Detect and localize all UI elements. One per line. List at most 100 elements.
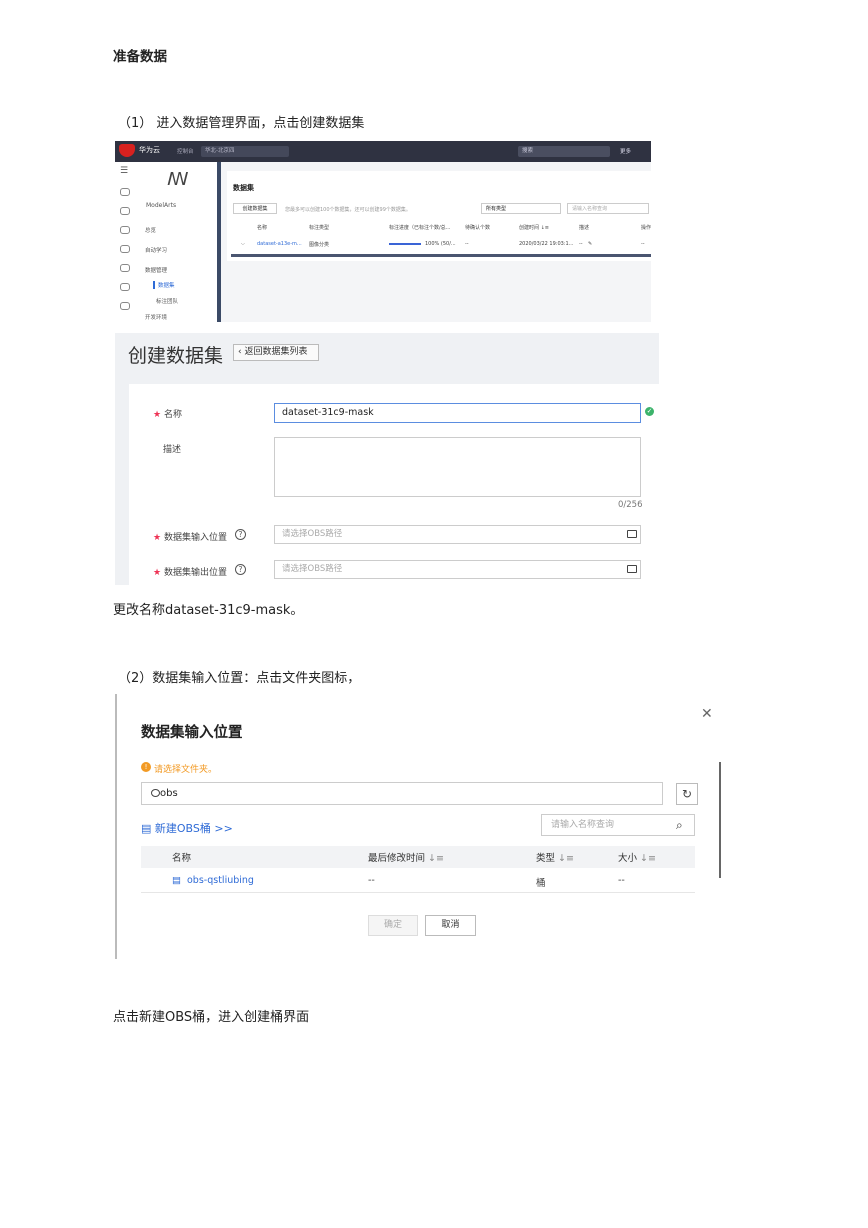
column-header: 标注类型 xyxy=(309,225,330,231)
column-name-header: 名称 xyxy=(172,853,192,864)
folder-icon[interactable] xyxy=(627,530,637,538)
console-topbar: 华为云 控制台 华北-北京四 搜索 更多 xyxy=(115,141,651,162)
description-counter: 0/256 xyxy=(618,500,643,510)
back-to-list-button[interactable]: ‹ 返回数据集列表 xyxy=(233,344,319,361)
description-label: 描述 xyxy=(163,445,182,455)
folder-icon[interactable] xyxy=(627,565,637,573)
product-name: ModelArts xyxy=(146,202,177,209)
output-location-label: ★ 数据集输出位置 xyxy=(153,568,227,578)
check-icon: ✓ xyxy=(645,407,654,416)
modelarts-console-screenshot: 华为云 控制台 华北-北京四 搜索 更多 ☰ ꟿ ModelArts 总览 自动… xyxy=(115,141,651,322)
region-selector[interactable]: 华北-北京四 xyxy=(201,146,289,157)
edit-icon[interactable]: ✎ xyxy=(588,241,592,247)
obs-path-input[interactable]: obs xyxy=(141,782,663,805)
service-icon[interactable] xyxy=(120,283,130,291)
bucket-size-cell: -- xyxy=(618,875,625,886)
bucket-name-link[interactable]: obs-qstliubing xyxy=(187,875,254,886)
huawei-logo-icon xyxy=(119,144,135,157)
quota-tip: 您最多可以创建100个数据集，还可以创建99个数据集。 xyxy=(285,207,411,213)
service-icon[interactable] xyxy=(120,226,130,234)
created-time-cell: 2020/03/22 19:03:1... xyxy=(519,241,574,247)
service-icon[interactable] xyxy=(120,264,130,272)
name-search-input[interactable]: 请输入名称查询 xyxy=(567,203,649,214)
dialog-scrollbar[interactable] xyxy=(719,762,721,878)
progress-text: 100% (50/... xyxy=(425,241,456,247)
form-title: 创建数据集 xyxy=(128,345,224,367)
menu-item-auto-learning[interactable]: 自动学习 xyxy=(145,246,167,254)
console-search[interactable]: 搜索 xyxy=(518,146,610,157)
confirm-button[interactable]: 确定 xyxy=(368,915,418,936)
service-icon[interactable] xyxy=(120,245,130,253)
cloud-icon[interactable] xyxy=(120,188,130,196)
search-icon[interactable]: ⌕ xyxy=(676,818,683,833)
column-modified-header[interactable]: 最后修改时间 ↓≡ xyxy=(368,850,444,864)
add-bucket-icon: ▤ xyxy=(141,822,155,835)
column-header: 操作 xyxy=(641,225,651,231)
page-title: 数据集 xyxy=(233,184,254,192)
back-button-label: 返回数据集列表 xyxy=(244,347,308,357)
step-2-text: （2）数据集输入位置：点击文件夹图标， xyxy=(118,671,361,686)
table-row-divider xyxy=(141,892,695,893)
warning-text: 请选择文件夹。 xyxy=(154,765,218,775)
progress-bar xyxy=(389,243,421,245)
bucket-icon xyxy=(151,789,160,797)
column-header: 待确认个数 xyxy=(465,225,491,231)
form-gutter xyxy=(115,384,129,585)
hamburger-icon[interactable]: ☰ xyxy=(120,166,128,176)
create-dataset-form: 创建数据集 ‹ 返回数据集列表 ★ 名称 dataset-31c9-mask ✓… xyxy=(115,333,659,585)
description-textarea[interactable] xyxy=(274,437,641,497)
service-icon[interactable] xyxy=(120,207,130,215)
label-type-cell: 图像分类 xyxy=(309,242,330,248)
final-note: 点击新建OBS桶，进入创建桶界面 xyxy=(113,1010,310,1025)
name-label: ★ 名称 xyxy=(153,410,182,420)
cancel-button[interactable]: 取消 xyxy=(425,915,476,936)
obs-search-input[interactable]: 请输入名称查询 xyxy=(541,814,695,836)
refresh-icon: ↻ xyxy=(681,787,693,801)
rename-note: 更改名称dataset-31c9-mask。 xyxy=(113,603,304,618)
new-obs-bucket-link[interactable]: ▤ 新建OBS桶 >> xyxy=(141,820,233,836)
help-icon[interactable]: ? xyxy=(235,564,246,575)
section-heading: 准备数据 xyxy=(113,49,167,65)
modelarts-logo-icon: ꟿ xyxy=(167,169,189,190)
column-header: 标注进度（已标注个数/总... xyxy=(389,225,451,231)
service-sidebar: ☰ xyxy=(115,162,138,322)
menu-item-labeling-team[interactable]: 标注团队 xyxy=(156,297,178,305)
column-header[interactable]: 创建时间 ↓≡ xyxy=(519,224,549,231)
service-icon[interactable] xyxy=(120,302,130,310)
operation-cell: -- xyxy=(641,241,645,247)
column-type-header[interactable]: 类型 ↓≡ xyxy=(536,850,574,864)
input-location-label: ★ 数据集输入位置 xyxy=(153,533,227,543)
bucket-row-icon: ▤ xyxy=(172,875,181,886)
dataset-name-field[interactable]: dataset-31c9-mask xyxy=(274,403,641,423)
close-icon[interactable]: ✕ xyxy=(701,706,713,722)
refresh-button[interactable]: ↻ xyxy=(676,783,698,805)
form-header: 创建数据集 ‹ 返回数据集列表 xyxy=(115,333,659,384)
menu-item-dev-env[interactable]: 开发环境 xyxy=(145,313,167,321)
menu-item-data-management[interactable]: 数据管理 xyxy=(145,266,167,274)
bucket-modified-cell: -- xyxy=(368,875,375,886)
input-location-field[interactable]: 请选择OBS路径 xyxy=(274,525,641,544)
modelarts-menu: ꟿ ModelArts 总览 自动学习 数据管理 数据集 标注团队 开发环境 xyxy=(137,162,221,322)
dialog-title: 数据集输入位置 xyxy=(141,725,243,741)
warning-icon: ! xyxy=(141,762,151,772)
bucket-type-cell: 桶 xyxy=(536,878,546,889)
type-filter-select[interactable]: 所有类型 xyxy=(481,203,561,214)
chevron-down-icon[interactable]: ⌵ xyxy=(241,241,245,247)
step-1-text: （1） 进入数据管理界面，点击创建数据集 xyxy=(118,116,365,131)
menu-item-datasets[interactable]: 数据集 xyxy=(153,281,175,289)
brand-name: 华为云 xyxy=(139,146,160,154)
output-location-field[interactable]: 请选择OBS路径 xyxy=(274,560,641,579)
help-icon[interactable]: ? xyxy=(235,529,246,540)
dialog-left-border xyxy=(115,694,117,959)
pending-cell: -- xyxy=(465,241,469,247)
description-cell: -- xyxy=(579,241,583,247)
menu-item-overview[interactable]: 总览 xyxy=(145,226,156,234)
console-link[interactable]: 控制台 xyxy=(177,147,194,155)
table-scrollbar[interactable] xyxy=(231,254,651,257)
column-size-header[interactable]: 大小 ↓≡ xyxy=(618,850,656,864)
dataset-name-link[interactable]: dataset-a13e-m... xyxy=(257,241,302,247)
obs-path-value: obs xyxy=(160,788,178,799)
dataset-list-card: 数据集 创建数据集 您最多可以创建100个数据集，还可以创建99个数据集。 所有… xyxy=(227,171,651,261)
create-dataset-button[interactable]: 创建数据集 xyxy=(233,203,277,214)
more-menu[interactable]: 更多 xyxy=(620,147,631,155)
